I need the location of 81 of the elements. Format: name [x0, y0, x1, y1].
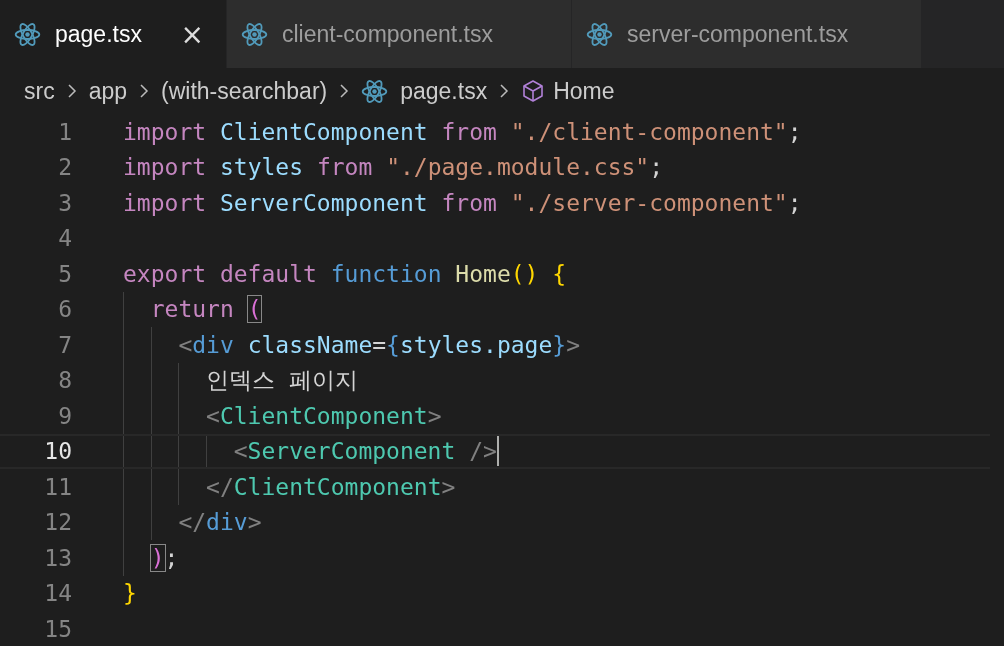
line-number: 5: [57, 260, 72, 287]
code-token: "./page.module.css": [386, 154, 650, 181]
editor-tab[interactable]: page.tsx ×: [0, 0, 227, 68]
line-number: 14: [43, 580, 72, 607]
code-token: {: [386, 331, 400, 358]
line-number: 1: [57, 118, 72, 145]
text-cursor: [496, 436, 499, 467]
line-number: 3: [57, 189, 72, 216]
code-token: 인덱스 페이지: [206, 365, 358, 395]
code-token: <: [206, 402, 220, 429]
code-token: ServerComponent: [219, 189, 429, 216]
line-number: 6: [57, 296, 72, 323]
atom-icon: [241, 20, 268, 48]
code-token: div: [206, 509, 248, 536]
matched-bracket: ): [150, 544, 165, 571]
code-token: Home: [455, 260, 511, 287]
breadcrumb-item[interactable]: page.tsx: [400, 77, 488, 105]
code-token: styles.page: [399, 331, 553, 358]
line-number: 9: [57, 402, 72, 429]
chevron-icon: [139, 83, 150, 99]
atom-icon: [361, 77, 389, 105]
chevron-icon: [66, 83, 77, 99]
code-token: import: [123, 118, 208, 145]
breadcrumb-item[interactable]: app: [88, 77, 128, 105]
code-token: ;: [649, 154, 664, 181]
code-token: from: [441, 189, 498, 216]
code-token: ;: [164, 544, 179, 571]
line-number: 12: [43, 509, 72, 536]
line-number: 2: [57, 154, 72, 181]
tab-label: server-component.tsx: [627, 20, 850, 48]
line-number: 15: [43, 615, 72, 642]
tab-label: page.tsx: [55, 20, 143, 48]
code-token: from: [441, 118, 498, 145]
matched-bracket: (: [247, 296, 262, 323]
line-number: 7: [57, 331, 72, 358]
code-token: from: [316, 154, 374, 181]
code-token: ClientComponent: [233, 473, 442, 500]
code-token: =: [372, 331, 387, 358]
line-number: 4: [57, 225, 72, 252]
code-token: ClientComponent: [219, 402, 428, 429]
code-token: <: [233, 438, 248, 465]
line-number: 8: [57, 367, 72, 394]
code-token: styles: [219, 154, 305, 181]
code-token: </: [178, 509, 207, 536]
tab-label: client-component.tsx: [282, 20, 494, 48]
code-token: >: [427, 402, 442, 429]
line-number: 13: [43, 544, 72, 571]
chevron-icon: [499, 83, 510, 99]
code-token: import: [123, 189, 208, 216]
line-number: 10: [43, 438, 72, 465]
atom-icon: [14, 20, 41, 48]
code-token: "./server-component": [510, 189, 788, 216]
line-number: 11: [43, 473, 72, 500]
breadcrumb-item[interactable]: (with-searchbar): [161, 77, 328, 105]
code-token: }: [552, 331, 567, 358]
code-token: </: [206, 473, 234, 500]
code-token: ServerComponent: [247, 438, 457, 465]
code-token: }: [123, 580, 137, 607]
code-token: ;: [787, 189, 802, 216]
code-token: ;: [787, 118, 802, 145]
code-token: import: [123, 154, 208, 181]
code-token: ClientComponent: [219, 118, 429, 145]
chevron-icon: [339, 83, 350, 99]
code-token: >: [247, 509, 262, 536]
code-token: className: [247, 331, 373, 358]
code-token: function: [330, 260, 443, 287]
code-token: >: [441, 473, 456, 500]
code-token: () {: [510, 260, 567, 287]
breadcrumb-item[interactable]: src: [24, 77, 55, 105]
editor-tab[interactable]: client-component.tsx: [227, 0, 572, 68]
code-token: div: [192, 331, 235, 358]
code-token: export default: [123, 260, 318, 287]
code-token: >: [566, 331, 580, 358]
code-token: <: [178, 331, 193, 358]
code-token: "./client-component": [510, 118, 788, 145]
code-token: />: [469, 438, 497, 465]
editor-tab[interactable]: server-component.tsx: [572, 0, 922, 68]
code-token: return: [150, 296, 235, 323]
breadcrumb-item[interactable]: Home: [553, 77, 615, 105]
cube-icon: [521, 79, 546, 103]
atom-icon: [586, 20, 613, 48]
